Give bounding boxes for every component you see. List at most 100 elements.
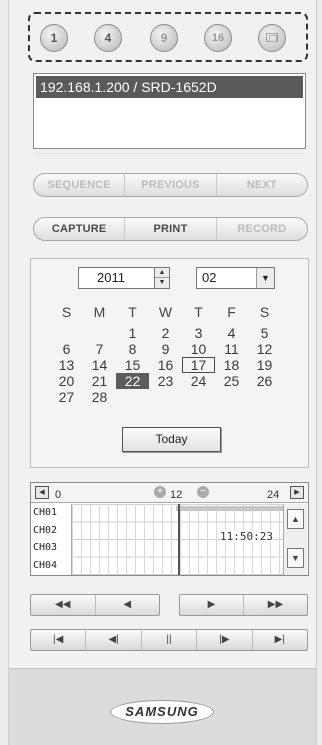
sequence-button[interactable]: SEQUENCE [34, 174, 126, 196]
previous-button[interactable]: PREVIOUS [125, 174, 217, 196]
calendar-grid: S M T W T F S 1 2 3 4 5 6 7 8 9 10 11 12 13 14 15 16 17 18 19 20 21… [50, 303, 281, 405]
calendar-day[interactable]: 23 [149, 373, 182, 389]
calendar-day[interactable]: 18 [215, 357, 248, 373]
year-spinner[interactable]: ▲ ▼ [154, 267, 170, 289]
scroll-down-icon[interactable]: ▼ [287, 548, 304, 568]
divider [33, 153, 306, 154]
fast-rewind-button[interactable]: ◀◀ [31, 595, 96, 615]
timeline-scrollbar[interactable]: ▲ ▼ [283, 504, 307, 575]
calendar-day[interactable]: 21 [83, 373, 116, 389]
calendar-day[interactable]: 24 [182, 373, 215, 389]
calendar-day[interactable]: 22 [116, 373, 149, 389]
rewind-button[interactable]: ◀ [96, 595, 160, 615]
calendar-day[interactable]: 2 [149, 325, 182, 341]
calendar-day[interactable]: 16 [149, 357, 182, 373]
camera-list-item-selected[interactable]: 192.168.1.200 / SRD-1652D [36, 76, 303, 98]
split-1-button[interactable]: 1 [40, 24, 68, 52]
calendar-empty-cell [83, 325, 116, 341]
next-button[interactable]: NEXT [217, 174, 307, 196]
calendar-day[interactable]: 10 [182, 341, 215, 357]
weekday-header: S [259, 304, 270, 320]
sequence-button-bar: SEQUENCE PREVIOUS NEXT [33, 173, 308, 197]
calendar-day[interactable]: 20 [50, 373, 83, 389]
split-16-button[interactable]: 16 [204, 24, 232, 52]
fullscreen-button[interactable] [258, 24, 286, 52]
channel-label: CH02 [33, 524, 58, 536]
footer: SAMSUNG [9, 668, 316, 745]
timeline: ◀ 0 + 12 − 24 ▶ CH01 CH02 CH03 CH04 11:5… [30, 482, 309, 576]
calendar-empty-cell [182, 389, 215, 405]
weekday-header: T [128, 304, 137, 320]
weekday-header: S [61, 304, 72, 320]
print-button[interactable]: PRINT [125, 218, 217, 240]
channel-label: CH04 [33, 559, 58, 571]
calendar-empty-cell [50, 325, 83, 341]
forward-controls: ▶ ▶▶ [179, 594, 308, 616]
split-9-button[interactable]: 9 [150, 24, 178, 52]
timeline-cursor[interactable] [178, 504, 180, 575]
timeline-grid[interactable]: 11:50:23 [71, 504, 284, 575]
capture-button[interactable]: CAPTURE [34, 218, 126, 240]
calendar-day[interactable]: 8 [116, 341, 149, 357]
zoom-in-icon[interactable]: + [154, 486, 166, 498]
calendar-day[interactable]: 26 [248, 373, 281, 389]
step-forward-button[interactable]: |▶ [197, 630, 253, 650]
channel-label: CH01 [33, 507, 58, 518]
calendar-day[interactable]: 17 [182, 357, 215, 373]
calendar-day[interactable]: 1 [116, 325, 149, 341]
split-4-button[interactable]: 4 [94, 24, 122, 52]
month-select[interactable]: 02 ▼ [196, 267, 275, 289]
calendar-day[interactable]: 27 [50, 389, 83, 405]
recording-bar [176, 506, 284, 511]
fast-forward-button[interactable]: ▶▶ [244, 595, 307, 615]
fullscreen-icon [266, 33, 278, 42]
calendar-empty-cell [215, 389, 248, 405]
spin-up-icon[interactable]: ▲ [155, 268, 169, 278]
timeline-end-label: 24 [267, 489, 280, 501]
rewind-controls: ◀◀ ◀ [30, 594, 160, 616]
calendar-day[interactable]: 5 [248, 325, 281, 341]
calendar-day[interactable]: 9 [149, 341, 182, 357]
calendar-day[interactable]: 7 [83, 341, 116, 357]
zoom-out-icon[interactable]: − [197, 486, 209, 498]
calendar-day[interactable]: 19 [248, 357, 281, 373]
timeline-left-icon[interactable]: ◀ [35, 486, 49, 499]
channel-label: CH03 [33, 542, 58, 553]
calendar-day[interactable]: 14 [83, 357, 116, 373]
calendar-day[interactable]: 15 [116, 357, 149, 373]
capture-button-bar: CAPTURE PRINT RECORD [33, 217, 308, 241]
timeline-middle-label: 12 [170, 489, 183, 501]
scroll-up-icon[interactable]: ▲ [287, 509, 304, 529]
calendar-empty-cell [149, 389, 182, 405]
record-button[interactable]: RECORD [217, 218, 307, 240]
go-last-button[interactable]: ▶| [253, 630, 307, 650]
calendar-day[interactable]: 4 [215, 325, 248, 341]
year-input[interactable]: 2011 [78, 267, 158, 289]
calendar-day[interactable]: 12 [248, 341, 281, 357]
weekday-header: T [194, 304, 203, 320]
calendar-day[interactable]: 13 [50, 357, 83, 373]
calendar-empty-cell [116, 389, 149, 405]
timeline-right-icon[interactable]: ▶ [290, 486, 304, 499]
chevron-down-icon[interactable]: ▼ [256, 268, 274, 288]
step-back-button[interactable]: ◀| [86, 630, 142, 650]
camera-list[interactable]: 192.168.1.200 / SRD-1652D [33, 73, 306, 149]
timeline-start-label: 0 [55, 489, 62, 501]
play-button[interactable]: ▶ [180, 595, 244, 615]
calendar-day[interactable]: 25 [215, 373, 248, 389]
month-value: 02 [202, 270, 217, 285]
timeline-body: CH01 CH02 CH03 CH04 11:50:23 [31, 504, 284, 575]
go-first-button[interactable]: |◀ [31, 630, 87, 650]
step-controls: |◀ ◀| || |▶ ▶| [30, 629, 308, 651]
calendar: 2011 ▲ ▼ 02 ▼ S M T W T F S 1 2 3 4 5 6 7 8 9 10 11 12 13 14… [30, 258, 309, 468]
spin-down-icon[interactable]: ▼ [155, 278, 169, 288]
pause-button[interactable]: || [142, 630, 198, 650]
today-button[interactable]: Today [122, 427, 221, 452]
weekday-header: M [93, 304, 106, 320]
weekday-header: W [158, 304, 173, 320]
weekday-header: F [227, 304, 236, 320]
calendar-day[interactable]: 3 [182, 325, 215, 341]
calendar-day[interactable]: 28 [83, 389, 116, 405]
calendar-day[interactable]: 11 [215, 341, 248, 357]
calendar-day[interactable]: 6 [50, 341, 83, 357]
